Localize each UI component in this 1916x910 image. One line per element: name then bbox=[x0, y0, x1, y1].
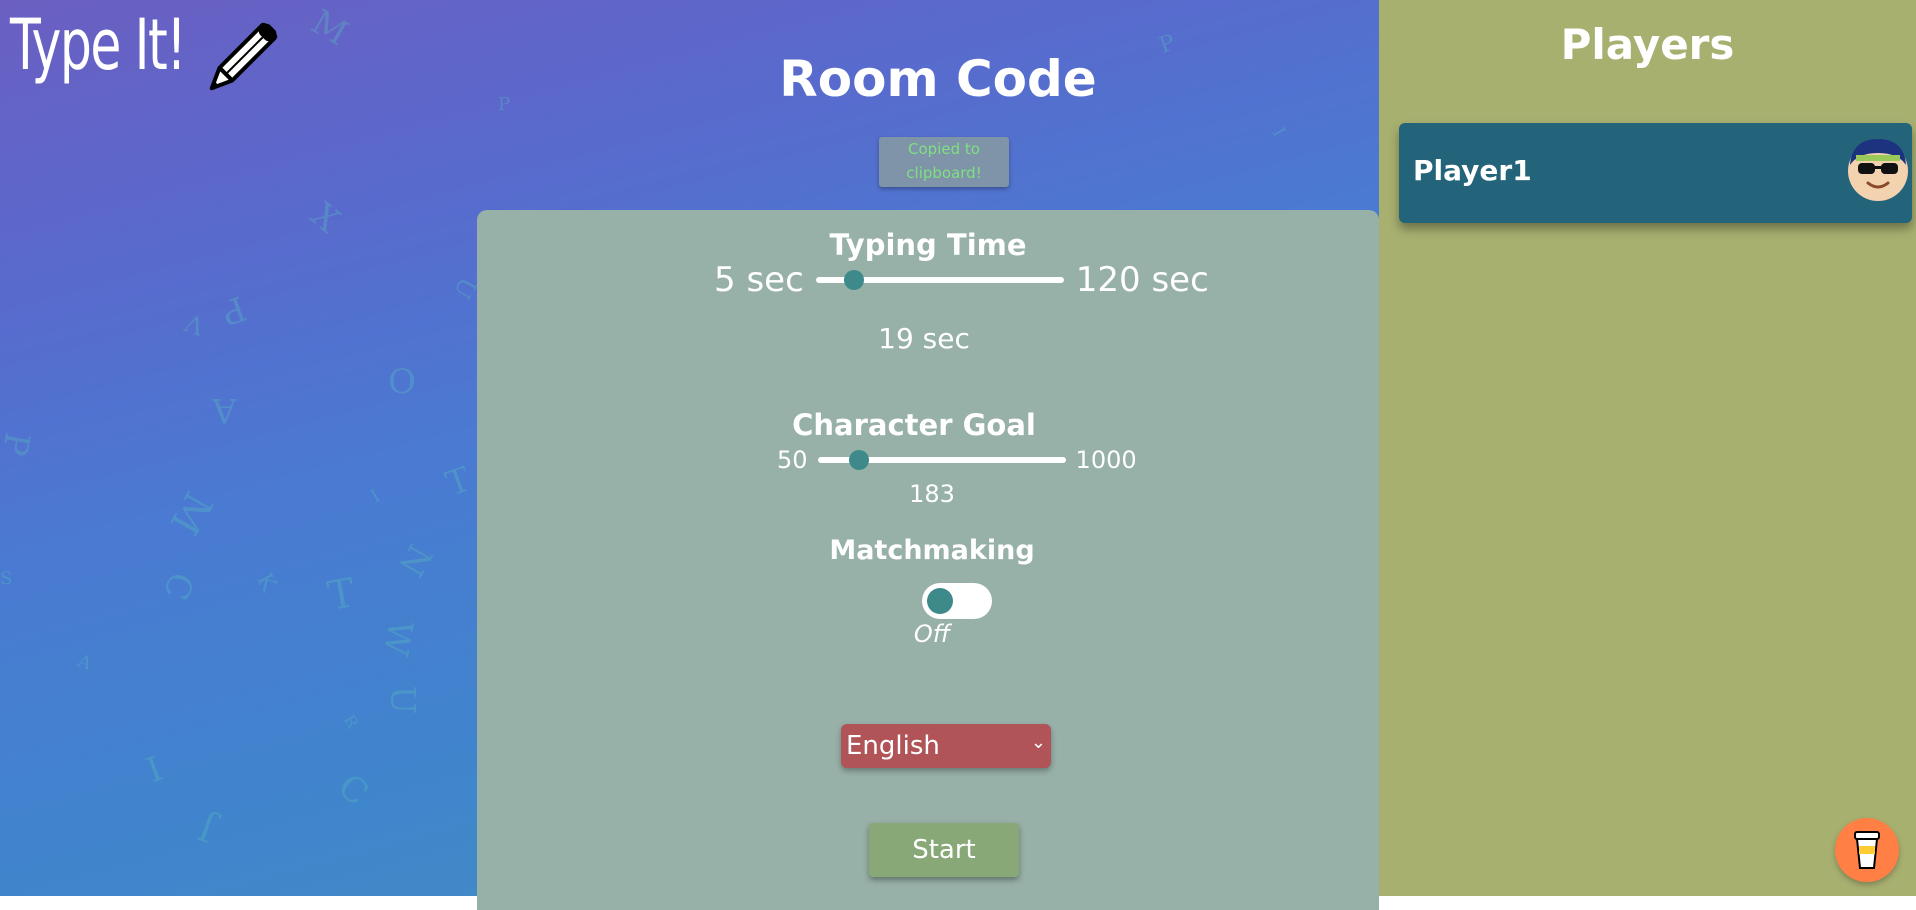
bg-letter: P bbox=[215, 287, 252, 333]
bg-letter: P bbox=[0, 429, 38, 459]
player-name: Player1 bbox=[1413, 154, 1532, 187]
avatar-sunglasses-icon bbox=[1848, 139, 1908, 201]
bg-letter: V bbox=[181, 307, 208, 341]
typing-time-slider-row: 5 sec 120 sec bbox=[714, 260, 1209, 300]
bg-letter: C bbox=[154, 566, 202, 606]
matchmaking-toggle-knob bbox=[927, 588, 953, 614]
bg-letter: R bbox=[339, 711, 363, 732]
bg-letter: M bbox=[304, 1, 355, 55]
typing-time-slider[interactable] bbox=[815, 270, 1064, 290]
typing-time-min-label: 5 sec bbox=[714, 260, 804, 300]
character-goal-slider-thumb[interactable] bbox=[849, 450, 870, 470]
bg-letter: W bbox=[374, 617, 421, 659]
bg-letter: U bbox=[382, 685, 423, 715]
character-goal-min-label: 50 bbox=[777, 446, 808, 474]
players-title: Players bbox=[1560, 20, 1735, 69]
start-button[interactable]: Start bbox=[869, 823, 1019, 877]
character-goal-max-label: 1000 bbox=[1075, 446, 1137, 474]
matchmaking-state: Off bbox=[913, 620, 951, 648]
matchmaking-title: Matchmaking bbox=[829, 535, 1035, 566]
character-goal-value: 183 bbox=[909, 480, 955, 508]
bg-letter: J bbox=[193, 806, 221, 850]
players-sidebar: Players Player1 bbox=[1379, 0, 1916, 896]
character-goal-title: Character Goal bbox=[792, 408, 1036, 442]
bg-letter: M bbox=[160, 483, 221, 543]
language-select[interactable]: English ⌄ bbox=[841, 724, 1051, 768]
typing-time-slider-thumb[interactable] bbox=[843, 270, 864, 290]
bg-letter: O bbox=[388, 362, 416, 402]
character-goal-slider[interactable] bbox=[817, 450, 1066, 470]
typing-time-max-label: 120 sec bbox=[1075, 260, 1209, 300]
bg-letter: T bbox=[324, 570, 359, 620]
player-card: Player1 bbox=[1399, 123, 1912, 223]
typing-time-value: 19 sec bbox=[878, 322, 970, 355]
matchmaking-toggle[interactable] bbox=[922, 583, 992, 619]
bg-letter: S bbox=[0, 568, 13, 589]
bg-letter: N bbox=[390, 537, 440, 583]
bg-letter: X bbox=[302, 194, 348, 242]
bg-letter: A bbox=[74, 650, 95, 675]
language-selected: English bbox=[846, 731, 940, 761]
bg-letter: T bbox=[440, 459, 476, 505]
typing-time-title: Typing Time bbox=[829, 228, 1027, 262]
bg-letter: C bbox=[330, 766, 376, 814]
settings-panel: Typing Time 5 sec 120 sec 19 sec Charact… bbox=[477, 210, 1379, 910]
bg-letter: I bbox=[141, 748, 168, 792]
bg-letter: I bbox=[367, 485, 384, 508]
coffee-cup-icon bbox=[1854, 831, 1880, 869]
chevron-down-icon: ⌄ bbox=[1030, 732, 1046, 753]
bg-letter: K bbox=[251, 569, 282, 596]
bg-letter: I bbox=[1267, 124, 1290, 141]
copied-toast: Copied to clipboard! bbox=[879, 137, 1009, 187]
character-goal-slider-row: 50 1000 bbox=[777, 446, 1137, 474]
coffee-button[interactable] bbox=[1835, 818, 1899, 882]
bg-letter: A bbox=[212, 390, 237, 430]
